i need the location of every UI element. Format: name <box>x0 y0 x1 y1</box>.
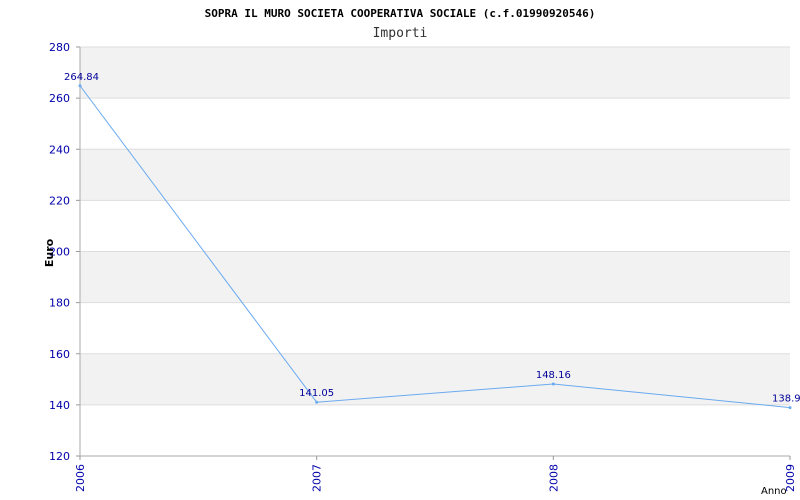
grid-band <box>80 251 790 303</box>
y-tick-label: 280 <box>49 41 70 54</box>
y-tick-label: 260 <box>49 92 70 105</box>
grid-bands <box>80 47 790 405</box>
x-tick-label: 2008 <box>547 464 560 492</box>
y-tick-label: 180 <box>49 297 70 310</box>
y-tick-label: 220 <box>49 194 70 207</box>
line-chart: SOPRA IL MURO SOCIETA COOPERATIVA SOCIAL… <box>43 7 800 497</box>
y-tick-label: 240 <box>49 143 70 156</box>
x-axis-label: Anno <box>761 486 787 497</box>
data-label: 264.84 <box>64 72 99 83</box>
x-tick-label: 2006 <box>74 464 87 492</box>
x-tick-label: 2007 <box>311 464 324 492</box>
y-axis-label: Euro <box>43 238 56 267</box>
data-point <box>78 84 82 88</box>
grid-band <box>80 47 790 99</box>
y-tick-label: 140 <box>49 399 70 412</box>
data-point <box>315 400 319 404</box>
grid-band <box>80 149 790 201</box>
data-label: 138.94 <box>772 394 800 405</box>
chart-subtitle: Importi <box>373 26 428 41</box>
data-label: 141.05 <box>299 388 334 399</box>
data-point <box>551 382 555 386</box>
chart-title: SOPRA IL MURO SOCIETA COOPERATIVA SOCIAL… <box>205 7 596 20</box>
y-tick-label: 160 <box>49 348 70 361</box>
x-tick-labels: 2006 2007 2008 2009 <box>74 464 797 492</box>
data-label: 148.16 <box>536 370 571 381</box>
data-point <box>788 406 792 410</box>
y-tick-label: 120 <box>49 450 70 463</box>
